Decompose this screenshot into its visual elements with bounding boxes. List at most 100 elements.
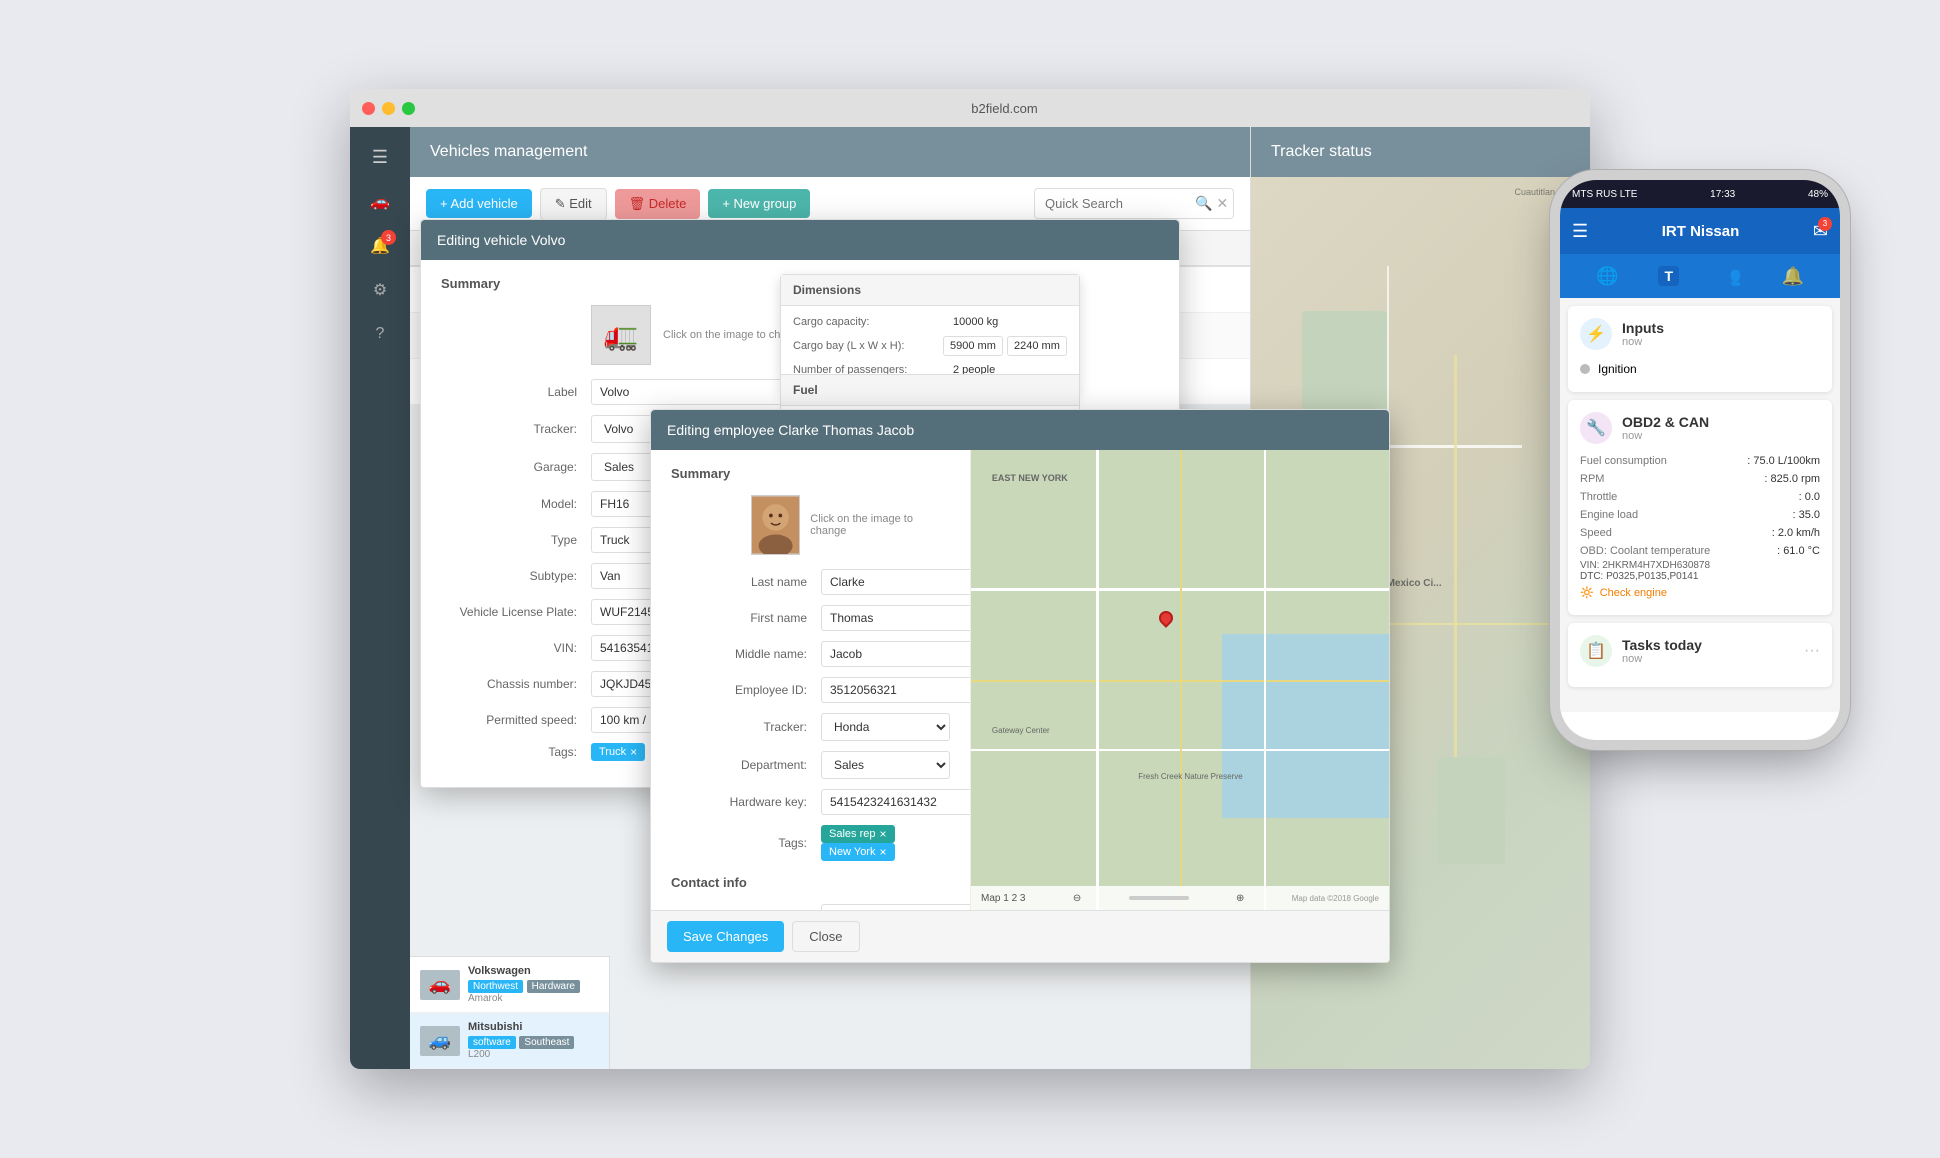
vehicle-list-panel: 🚗 Volkswagen Northwest Hardware Amarok 🚙… (410, 956, 610, 1069)
search-box: 🔍 ✕ (1034, 188, 1234, 219)
inputs-card-subtitle: now (1622, 336, 1664, 348)
tag-truck-remove[interactable]: × (630, 745, 637, 759)
new-group-button[interactable]: + New group (708, 189, 810, 218)
employee-modal-body: Summary Click on the (651, 450, 1389, 910)
tag-hardware: Hardware (527, 980, 580, 993)
employee-edit-modal: Editing employee Clarke Thomas Jacob Sum… (650, 409, 1390, 963)
model-field-label: Model: (441, 497, 591, 511)
fuel-consumption-label: Fuel consumption (1580, 455, 1667, 467)
phone-nav: 🌐 T 👥 🔔 (1560, 254, 1840, 298)
emp-tags-container: Sales rep × New York × (821, 825, 950, 861)
check-engine-warning: 🔆 Check engine (1580, 582, 1820, 603)
obd2-card-header: 🔧 OBD2 & CAN now (1580, 412, 1820, 444)
cargo-bay-h-input[interactable] (1007, 336, 1067, 356)
emp-tags-label: Tags: (671, 836, 821, 850)
nav-info-icon[interactable]: T (1658, 266, 1679, 286)
vehicle-photo[interactable]: 🚛 (591, 305, 651, 365)
inputs-card-title: Inputs (1622, 320, 1664, 336)
vehicle-thumbnail: 🚗 (420, 970, 460, 1000)
traffic-light-red[interactable] (362, 102, 375, 115)
search-clear-icon[interactable]: ✕ (1216, 195, 1228, 212)
department-select[interactable]: Sales (821, 751, 950, 779)
employee-map: EAST NEW YORK Gateway Center Fresh Creek… (971, 450, 1389, 910)
map-zoom-slider[interactable] (1129, 896, 1189, 900)
inputs-title-group: Inputs now (1622, 320, 1664, 348)
coolant-value: : 61.0 °C (1777, 545, 1820, 557)
sidebar-icon-settings[interactable]: ⚙ (362, 272, 398, 308)
add-vehicle-button[interactable]: + Add vehicle (426, 189, 532, 218)
vehicle-info: Volkswagen Northwest Hardware Amarok (468, 965, 599, 1004)
ignition-item: Ignition (1580, 358, 1820, 380)
cargo-capacity-value: 10000 kg (953, 316, 998, 328)
inputs-icon: ⚡ (1580, 318, 1612, 350)
obd2-card-subtitle: now (1622, 430, 1709, 442)
sidebar-icon-help[interactable]: ? (362, 316, 398, 352)
tasks-card-title: Tasks today (1622, 637, 1794, 653)
middlename-input[interactable] (821, 641, 971, 667)
traffic-light-green[interactable] (402, 102, 415, 115)
sidebar-icon-vehicle[interactable]: 🚗 (362, 184, 398, 220)
search-icon: 🔍 (1195, 195, 1212, 212)
sidebar-icon-bell[interactable]: 🔔 3 (362, 228, 398, 264)
cargo-capacity-row: Cargo capacity: 10000 kg (793, 316, 1067, 328)
employee-modal-footer: Save Changes Close (651, 910, 1389, 962)
map-pagination: Map 1 2 3 (981, 893, 1025, 904)
coolant-row: OBD: Coolant temperature : 61.0 °C (1580, 542, 1820, 560)
phone-badge: 3 (1818, 217, 1832, 231)
vehicle-list-item-active[interactable]: 🚙 Mitsubishi software Southeast L200 (410, 1013, 609, 1069)
engine-load-value: : 35.0 (1792, 509, 1820, 521)
emp-tracker-select[interactable]: Honda (821, 713, 950, 741)
tag-software: software (468, 1036, 516, 1049)
hamburger-icon[interactable]: ☰ (364, 139, 396, 176)
rpm-label: RPM (1580, 473, 1604, 485)
tag-salesrep-remove[interactable]: × (879, 827, 886, 841)
throttle-label: Throttle (1580, 491, 1617, 503)
vehicle-brand-active: Mitsubishi (468, 1021, 599, 1033)
empid-input[interactable] (821, 677, 971, 703)
tasks-more-icon[interactable]: ··· (1804, 642, 1820, 660)
browser-url: b2field.com (431, 101, 1578, 116)
save-changes-button[interactable]: Save Changes (667, 921, 784, 952)
hwkey-input[interactable] (821, 789, 971, 815)
employee-photo[interactable] (751, 495, 800, 555)
tasks-card-subtitle: now (1622, 653, 1794, 665)
vehicle-list-item[interactable]: 🚗 Volkswagen Northwest Hardware Amarok (410, 957, 609, 1013)
tracker-header: Tracker status (1251, 127, 1590, 177)
phone-header: ☰ IRT Nissan ✉ 3 (1560, 208, 1840, 254)
inputs-card: ⚡ Inputs now Ignition (1568, 306, 1832, 392)
firstname-input[interactable] (821, 605, 971, 631)
employee-form: Summary Click on the (651, 450, 971, 910)
tag-newyork-remove[interactable]: × (879, 845, 886, 859)
nav-bell-icon[interactable]: 🔔 (1782, 266, 1804, 287)
map-zoom-out[interactable]: ⊖ (1073, 893, 1081, 904)
nav-globe-icon[interactable]: 🌐 (1596, 266, 1618, 287)
fuel-consumption-value: : 75.0 L/100km (1747, 455, 1820, 467)
delete-button[interactable]: 🗑 Delete (615, 189, 701, 219)
traffic-light-yellow[interactable] (382, 102, 395, 115)
lastname-input[interactable] (821, 569, 971, 595)
phone-content: ⚡ Inputs now Ignition 🔧 OBD2 & CAN (1560, 298, 1840, 712)
vehicle-tags-active: software Southeast (468, 1033, 599, 1049)
nav-people-icon[interactable]: 👥 (1719, 266, 1741, 287)
throttle-value: : 0.0 (1799, 491, 1820, 503)
engine-load-row: Engine load : 35.0 (1580, 506, 1820, 524)
phone-notification[interactable]: ✉ 3 (1813, 221, 1828, 242)
form-lastname-row: Last name (671, 569, 950, 595)
obd2-icon: 🔧 (1580, 412, 1612, 444)
obd2-title-group: OBD2 & CAN now (1622, 414, 1709, 442)
traffic-lights (362, 102, 415, 115)
search-input[interactable] (1045, 196, 1195, 211)
notification-badge: 3 (381, 230, 396, 245)
close-button[interactable]: Close (792, 921, 859, 952)
map-bottom-bar: Map 1 2 3 ⊖ ⊕ Map data ©2018 Google (971, 886, 1389, 910)
obd2-card-title: OBD2 & CAN (1622, 414, 1709, 430)
ignition-label: Ignition (1598, 362, 1637, 376)
form-emp-tracker-row: Tracker: Honda (671, 713, 950, 741)
edit-button[interactable]: ✎ Edit (540, 188, 607, 220)
contact-section-title: Contact info (671, 875, 950, 890)
map-zoom-in[interactable]: ⊕ (1236, 893, 1244, 904)
label-input[interactable] (591, 379, 791, 405)
battery-text: 48% (1808, 189, 1828, 200)
phone-hamburger-icon[interactable]: ☰ (1572, 221, 1588, 242)
cargo-bay-w-input[interactable] (943, 336, 1003, 356)
